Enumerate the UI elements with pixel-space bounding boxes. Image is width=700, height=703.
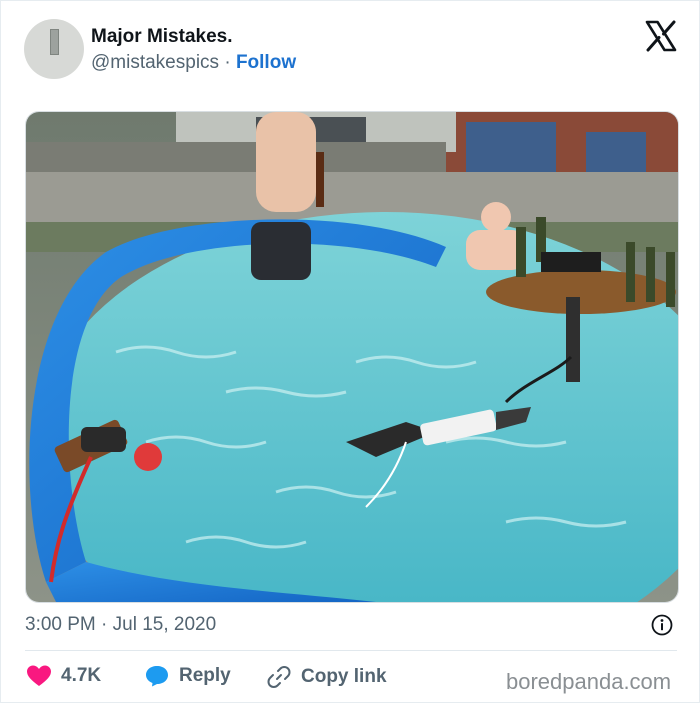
man-in-pool xyxy=(481,202,511,232)
speech-bubble-icon xyxy=(145,665,169,687)
handle-separator: · xyxy=(224,52,231,73)
author-name[interactable]: Major Mistakes. xyxy=(91,26,233,48)
tweet-photo[interactable] xyxy=(25,111,679,603)
reply-label: Reply xyxy=(179,665,231,686)
info-icon[interactable] xyxy=(651,614,673,636)
x-logo-icon[interactable] xyxy=(645,20,677,52)
handle-row: @mistakespics · Follow xyxy=(91,52,296,74)
tweet-card: Major Mistakes. @mistakespics · Follow 3… xyxy=(0,0,700,703)
reply-button[interactable]: Reply xyxy=(145,665,231,687)
copy-link-label: Copy link xyxy=(301,666,387,687)
link-icon xyxy=(267,665,291,689)
boredpanda-watermark: boredpanda.com xyxy=(506,669,672,694)
divider xyxy=(25,650,677,651)
avatar[interactable] xyxy=(24,19,84,79)
heart-icon xyxy=(27,665,51,687)
avatar-door-shape xyxy=(50,29,59,55)
tweet-timestamp[interactable]: 3:00 PM · Jul 15, 2020 xyxy=(25,614,216,636)
standing-man xyxy=(256,112,316,212)
like-count: 4.7K xyxy=(61,665,102,686)
like-button[interactable]: 4.7K xyxy=(27,665,101,687)
follow-button[interactable]: Follow xyxy=(236,52,296,73)
copy-link-button[interactable]: Copy link xyxy=(267,665,387,689)
author-handle[interactable]: @mistakespics xyxy=(91,52,219,73)
